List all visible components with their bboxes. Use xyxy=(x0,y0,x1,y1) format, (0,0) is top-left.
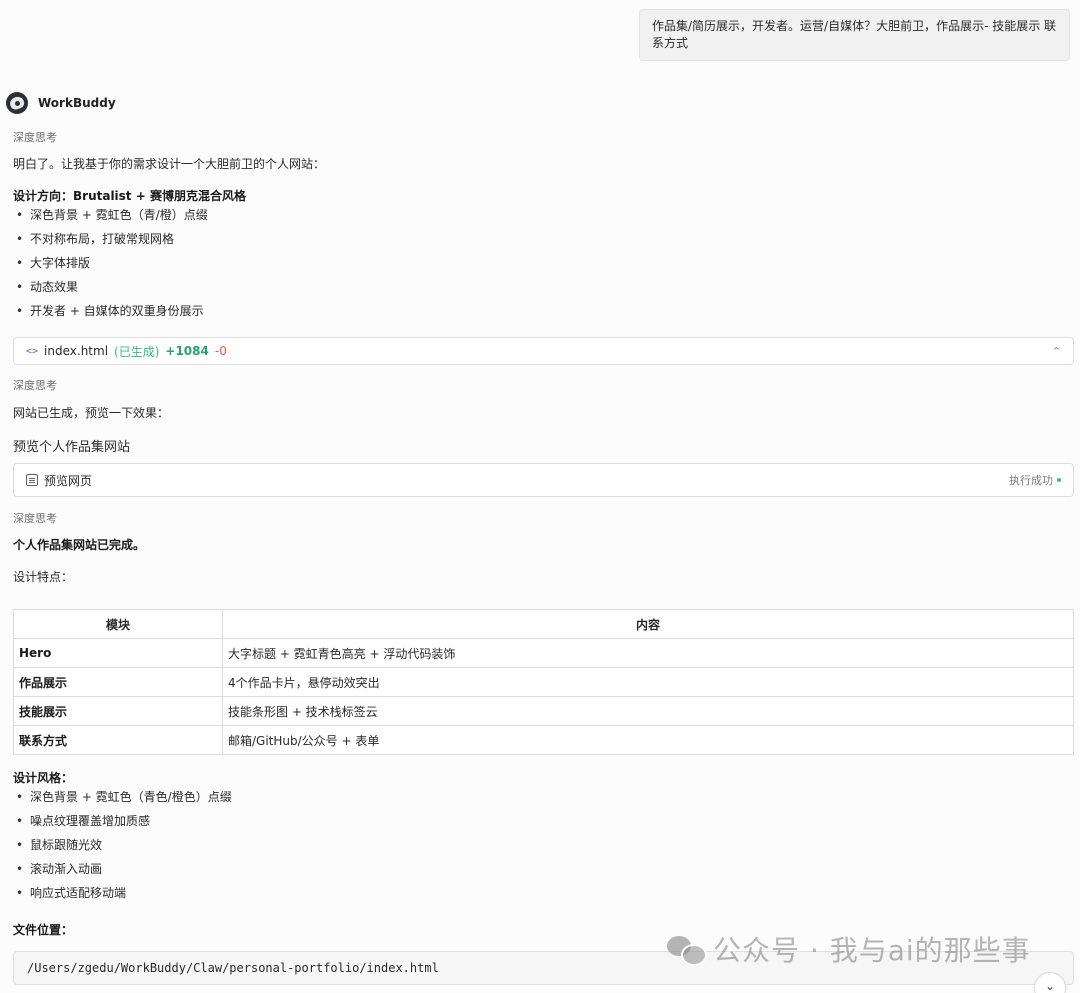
document-icon xyxy=(26,474,38,486)
thinking-toggle[interactable]: 深度思考 xyxy=(13,377,57,393)
table-cell: Hero xyxy=(13,638,223,668)
expand-collapse-icon[interactable]: ⌃ xyxy=(1052,345,1061,358)
table-header: 内容 xyxy=(222,609,1074,639)
design-direction-title: 设计方向：Brutalist + 赛博朋克混合风格 xyxy=(13,189,246,203)
table-cell: 作品展示 xyxy=(13,667,223,697)
chevron-down-icon: ⌄ xyxy=(1044,979,1056,993)
table-row: 作品展示 4个作品卡片，悬停动效突出 xyxy=(13,667,1074,697)
list-item: 大字体排版 xyxy=(13,255,208,279)
list-item: 滚动渐入动画 xyxy=(13,861,232,885)
generated-text: 网站已生成，预览一下效果： xyxy=(13,406,170,420)
watermark-text: 公众号 · 我与ai的那些事 xyxy=(713,934,1031,967)
wechat-icon xyxy=(667,934,707,966)
user-message-bubble: 作品集/简历展示，开发者。运营/自媒体？大胆前卫，作品展示- 技能展示 联系方式 xyxy=(639,9,1070,61)
table-cell: 大字标题 + 霓虹青色高亮 + 浮动代码装饰 xyxy=(222,638,1074,668)
preview-title: 预览个人作品集网站 xyxy=(13,440,131,455)
lines-added: +1084 xyxy=(165,344,209,358)
table-row: Hero 大字标题 + 霓虹青色高亮 + 浮动代码装饰 xyxy=(13,638,1074,668)
table-row: 联系方式 邮箱/GitHub/公众号 + 表单 xyxy=(13,725,1074,755)
intro-text: 明白了。让我基于你的需求设计一个大胆前卫的个人网站： xyxy=(13,157,326,171)
thinking-toggle[interactable]: 深度思考 xyxy=(13,129,57,145)
list-item: 鼠标跟随光效 xyxy=(13,837,232,861)
design-direction-list: 深色背景 + 霓虹色（青/橙）点缀 不对称布局，打破常规网格 大字体排版 动态效… xyxy=(13,207,208,327)
table-header-row: 模块 内容 xyxy=(13,609,1074,639)
assistant-avatar xyxy=(6,92,28,114)
features-table: 模块 内容 Hero 大字标题 + 霓虹青色高亮 + 浮动代码装饰 作品展示 4… xyxy=(13,609,1074,755)
design-style-title: 设计风格： xyxy=(13,771,74,785)
list-item: 深色背景 + 霓虹色（青色/橙色）点缀 xyxy=(13,789,232,813)
generated-file-card[interactable]: <> index.html (已生成) +1084 -0 ⌃ xyxy=(13,337,1074,365)
list-item: 响应式适配移动端 xyxy=(13,885,232,909)
code-icon: <> xyxy=(26,345,39,357)
preview-label: 预览网页 xyxy=(44,473,93,488)
preview-webpage-card[interactable]: 预览网页 执行成功 xyxy=(13,463,1074,497)
table-row: 技能展示 技能条形图 + 技术栈标签云 xyxy=(13,696,1074,726)
file-name: index.html xyxy=(44,344,109,358)
status-text: 执行成功 xyxy=(1009,474,1053,487)
table-cell: 4个作品卡片，悬停动效突出 xyxy=(222,667,1074,697)
status-dot-icon xyxy=(1057,478,1061,482)
lines-removed: -0 xyxy=(214,344,227,358)
execution-status: 执行成功 xyxy=(1009,472,1061,488)
design-style-list: 深色背景 + 霓虹色（青色/橙色）点缀 噪点纹理覆盖增加质感 鼠标跟随光效 滚动… xyxy=(13,789,232,909)
watermark: 公众号 · 我与ai的那些事 xyxy=(667,929,1031,969)
table-header: 模块 xyxy=(13,609,223,639)
table-cell: 技能展示 xyxy=(13,696,223,726)
thinking-toggle[interactable]: 深度思考 xyxy=(13,510,57,526)
list-item: 噪点纹理覆盖增加质感 xyxy=(13,813,232,837)
table-cell: 邮箱/GitHub/公众号 + 表单 xyxy=(222,725,1074,755)
list-item: 不对称布局，打破常规网格 xyxy=(13,231,208,255)
assistant-name: WorkBuddy xyxy=(38,96,116,110)
file-location-label: 文件位置： xyxy=(13,923,74,937)
table-cell: 联系方式 xyxy=(13,725,223,755)
complete-text: 个人作品集网站已完成。 xyxy=(13,538,146,552)
list-item: 动态效果 xyxy=(13,279,208,303)
file-status: (已生成) xyxy=(114,344,160,359)
list-item: 开发者 + 自媒体的双重身份展示 xyxy=(13,303,208,327)
list-item: 深色背景 + 霓虹色（青/橙）点缀 xyxy=(13,207,208,231)
assistant-header: WorkBuddy xyxy=(6,92,116,114)
table-cell: 技能条形图 + 技术栈标签云 xyxy=(222,696,1074,726)
features-label: 设计特点： xyxy=(13,570,74,584)
